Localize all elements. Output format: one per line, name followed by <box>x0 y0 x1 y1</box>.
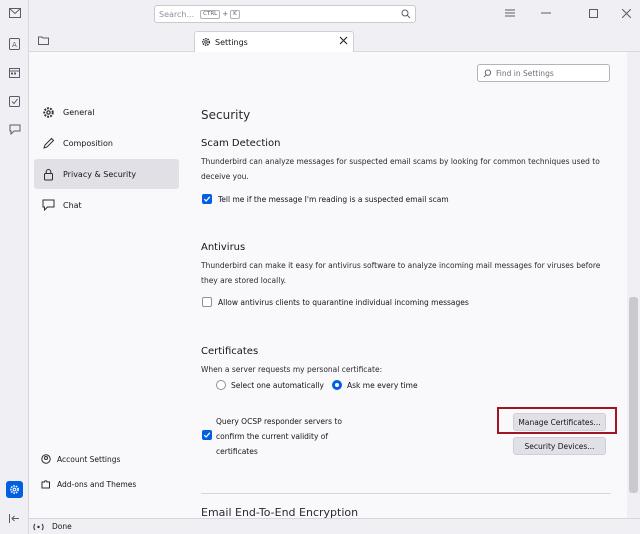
spaces-toolbar: A <box>0 0 29 534</box>
settings-icon[interactable] <box>6 481 23 498</box>
puzzle-icon <box>41 479 51 489</box>
account-settings-label: Account Settings <box>57 454 121 464</box>
addons-themes-link[interactable]: Add-ons and Themes <box>41 479 136 489</box>
security-devices-button[interactable]: Security Devices... <box>513 437 606 455</box>
status-bar: Done <box>29 518 640 534</box>
status-text: Done <box>52 522 72 531</box>
radio-select-automatically[interactable]: Select one automatically <box>216 380 324 390</box>
radio-label: Ask me every time <box>347 380 418 390</box>
checkbox-checked-icon <box>202 194 212 204</box>
address-book-icon[interactable]: A <box>6 35 23 52</box>
radio-unselected-icon <box>216 380 226 390</box>
gear-icon <box>42 106 55 119</box>
security-heading: Security <box>201 108 251 122</box>
search-input[interactable]: Search... CTRL + K <box>154 5 416 23</box>
minimize-icon[interactable] <box>539 6 553 20</box>
account-settings-icon <box>41 454 51 464</box>
scam-detection-description: Thunderbird can analyze messages for sus… <box>201 157 600 181</box>
addons-themes-label: Add-ons and Themes <box>57 479 137 489</box>
scam-detection-checkbox[interactable]: Tell me if the message I'm reading is a … <box>202 194 449 204</box>
shortcut-key: CTRL <box>200 9 221 19</box>
hamburger-menu-icon[interactable] <box>503 6 517 20</box>
online-status-icon[interactable] <box>33 523 44 531</box>
checkbox-unchecked-icon <box>202 297 212 307</box>
certificates-title: Certificates <box>201 346 259 357</box>
svg-text:A: A <box>12 41 17 49</box>
ocsp-label: Query OCSP responder servers to confirm … <box>216 414 356 459</box>
tab-settings[interactable]: Settings <box>194 31 354 52</box>
ocsp-checkbox[interactable] <box>202 430 212 440</box>
shortcut-key: K <box>230 9 240 19</box>
checkbox-checked-icon <box>202 430 212 440</box>
lock-icon <box>42 168 55 181</box>
maximize-icon[interactable] <box>586 6 600 20</box>
settings-content: General Composition Privacy & Security C… <box>29 52 640 519</box>
sidebar-item-label: Chat <box>63 200 82 210</box>
find-placeholder: Find in Settings <box>496 68 554 78</box>
ocsp-label-line: confirm the current validity of <box>216 432 329 441</box>
scam-detection-label: Tell me if the message I'm reading is a … <box>218 194 449 204</box>
close-window-icon[interactable] <box>619 6 633 20</box>
search-placeholder: Search... <box>159 9 195 19</box>
sidebar-item-label: General <box>63 107 95 117</box>
sidebar-item-composition[interactable]: Composition <box>34 128 179 158</box>
section-divider <box>201 493 611 494</box>
titlebar: Search... CTRL + K <box>29 0 640 30</box>
folder-tab-icon[interactable] <box>38 36 49 45</box>
gear-icon <box>201 37 211 47</box>
certificate-request-label: When a server requests my personal certi… <box>201 365 383 374</box>
find-in-settings-input[interactable]: Find in Settings <box>477 64 610 82</box>
scrollbar[interactable] <box>627 52 640 518</box>
scrollbar-thumb[interactable] <box>629 297 638 493</box>
highlight-box <box>497 407 617 434</box>
chat-icon <box>42 199 55 211</box>
pencil-icon <box>42 137 55 150</box>
collapse-icon[interactable] <box>6 510 23 527</box>
tab-label: Settings <box>215 37 248 47</box>
shortcut-plus: + <box>222 10 229 18</box>
settings-sidebar: General Composition Privacy & Security C… <box>29 52 183 518</box>
scam-detection-title: Scam Detection <box>201 138 281 149</box>
antivirus-title: Antivirus <box>201 242 246 253</box>
radio-ask-every-time[interactable]: Ask me every time <box>332 380 418 390</box>
search-icon <box>483 68 492 78</box>
radio-selected-icon <box>332 380 342 390</box>
sidebar-item-general[interactable]: General <box>34 97 179 127</box>
tasks-icon[interactable] <box>6 92 23 109</box>
sidebar-item-privacy-security[interactable]: Privacy & Security <box>34 159 179 189</box>
antivirus-checkbox[interactable]: Allow antivirus clients to quarantine in… <box>202 297 469 307</box>
sidebar-item-label: Privacy & Security <box>63 169 137 179</box>
calendar-icon[interactable] <box>6 64 23 81</box>
sidebar-item-label: Composition <box>63 138 113 148</box>
sidebar-item-chat[interactable]: Chat <box>34 190 179 220</box>
mail-icon[interactable] <box>6 4 23 21</box>
close-tab-icon[interactable] <box>339 36 348 45</box>
antivirus-label: Allow antivirus clients to quarantine in… <box>218 297 469 307</box>
antivirus-description: Thunderbird can make it easy for antivir… <box>201 261 601 285</box>
ocsp-label-line: certificates <box>216 447 258 456</box>
search-icon <box>401 9 411 19</box>
settings-main: Find in Settings Security Scam Detection… <box>183 52 627 519</box>
account-settings-link[interactable]: Account Settings <box>41 454 120 464</box>
chat-icon[interactable] <box>6 121 23 138</box>
ocsp-label-line: Query OCSP responder servers to <box>216 417 342 426</box>
radio-label: Select one automatically <box>231 380 324 390</box>
tab-bar: Settings <box>29 30 640 52</box>
